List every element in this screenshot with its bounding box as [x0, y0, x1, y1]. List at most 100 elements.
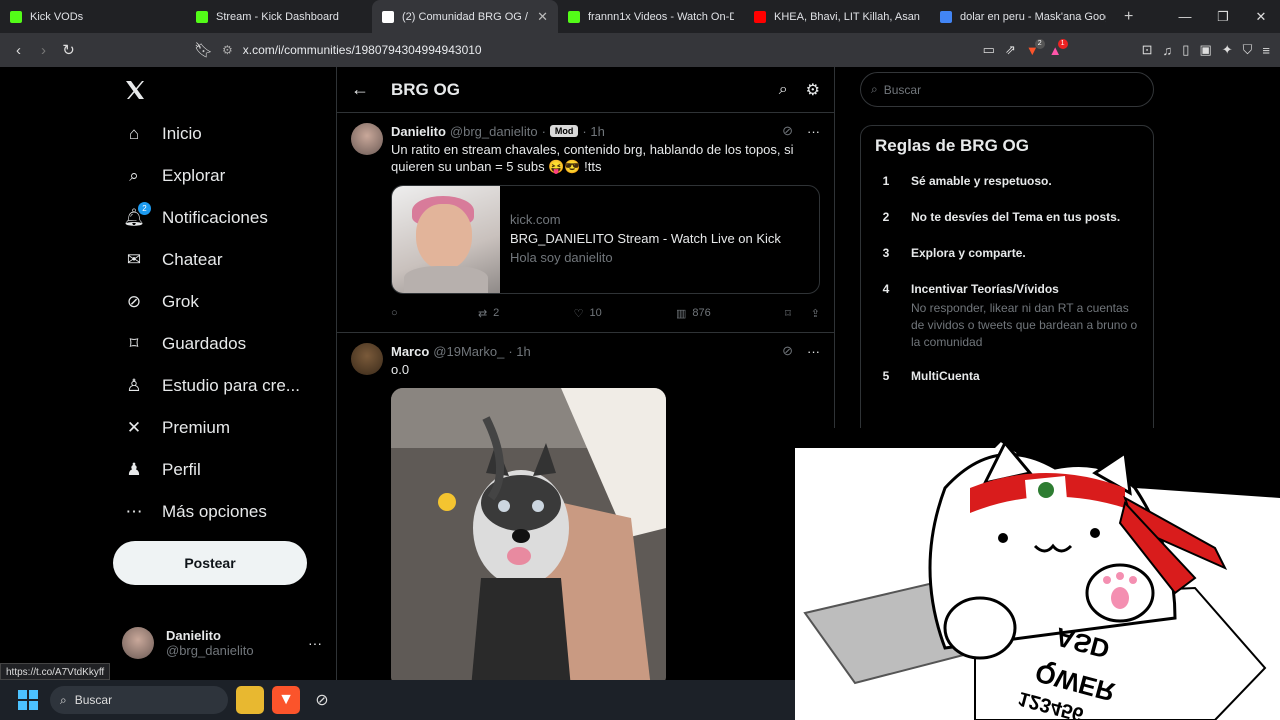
menu-icon[interactable]: ≡ — [1262, 43, 1270, 58]
brave-shield-icon[interactable]: ▼ 2 — [1026, 38, 1045, 58]
rule-description: No responder, likear ni dan RT a cuentas… — [911, 301, 1138, 349]
close-tab-icon[interactable]: ✕ — [537, 9, 548, 25]
post-image[interactable] — [391, 388, 666, 680]
nav-item-notificaciones[interactable]: 🔔︎ 2 Notificaciones — [112, 197, 332, 239]
restore-button[interactable]: ❐ — [1204, 0, 1242, 33]
file-explorer-icon[interactable] — [236, 686, 264, 714]
community-title: BRG OG — [391, 79, 460, 99]
tab[interactable]: dolar en peru - Mask'ana Googl — [930, 0, 1116, 33]
settings-icon[interactable]: ⚙ — [806, 80, 820, 100]
windows-start-icon[interactable] — [14, 686, 42, 714]
post-handle[interactable]: @brg_danielito — [450, 124, 538, 139]
post-more-icon[interactable]: ··· — [807, 124, 820, 139]
brave-browser-icon[interactable]: ▼ — [272, 686, 300, 714]
music-icon[interactable]: ♫ — [1163, 43, 1173, 58]
cast-icon[interactable]: ▭ — [983, 42, 995, 58]
card-thumbnail — [392, 186, 500, 293]
wallet-icon[interactable]: ▣ — [1199, 42, 1211, 58]
address-bar[interactable]: ⚙ x.com/i/communities/198079430499494301… — [222, 37, 1012, 63]
tab[interactable]: frannn1x Videos - Watch On-De — [558, 0, 744, 33]
tab[interactable]: KHEA, Bhavi, LIT Killah, Asan — [744, 0, 930, 33]
post[interactable]: Marco @19Marko_ · 1h ⊘ ··· o.0 — [337, 333, 834, 680]
nav-item-estudio-para-cre-[interactable]: ♙ Estudio para cre... — [112, 365, 332, 407]
post-more-icon[interactable]: ··· — [807, 344, 820, 359]
app-icon[interactable]: ⊘ — [308, 686, 336, 714]
nav-item-guardados[interactable]: ⌑ Guardados — [112, 323, 332, 365]
grok-icon[interactable]: ⊘ — [782, 343, 793, 359]
reply-button[interactable]: ○ — [391, 307, 404, 319]
rule-number: 1 — [882, 174, 890, 188]
site-info-icon[interactable]: ⚙ — [222, 43, 233, 57]
like-button[interactable]: ♡ 10 — [574, 307, 602, 320]
nav-item-grok[interactable]: ⊘ Grok — [112, 281, 332, 323]
rule-number: 5 — [882, 369, 890, 383]
search-icon[interactable]: ⌕ — [779, 81, 788, 99]
leo-icon[interactable]: ✦ — [1222, 42, 1233, 58]
reload-icon[interactable]: ↻ — [56, 41, 81, 59]
rule-title: Sé amable y respetuoso. — [911, 174, 1052, 188]
post-avatar[interactable] — [351, 343, 383, 375]
vpn-icon[interactable]: ⛉ — [1243, 42, 1253, 58]
tab[interactable]: Kick VODs — [0, 0, 186, 33]
nav-item-explorar[interactable]: ⌕ Explorar — [112, 155, 332, 197]
post-time[interactable]: · 1h — [582, 124, 604, 139]
card-title: BRG_DANIELITO Stream - Watch Live on Kic… — [510, 231, 781, 246]
home-icon: ⌂ — [128, 124, 140, 143]
share-icon[interactable]: ⇪ — [811, 307, 820, 320]
bookmark-page-icon[interactable]: 🔖︎ — [191, 41, 216, 59]
nav-item-perfil[interactable]: ♟ Perfil — [112, 449, 332, 491]
grok-icon[interactable]: ⊘ — [782, 123, 793, 139]
search-input[interactable]: Buscar — [884, 83, 921, 97]
nav-label: Explorar — [162, 166, 226, 185]
account-switcher[interactable]: Danielito @brg_danielito ··· — [122, 623, 322, 663]
card-domain: kick.com — [510, 212, 561, 227]
rule-title: Incentivar Teorías/Vívidos — [911, 282, 1059, 296]
forward-icon[interactable]: › — [31, 42, 56, 59]
mod-badge: Mod — [549, 125, 579, 137]
close-window-button[interactable]: ✕ — [1242, 0, 1280, 33]
more-icon[interactable]: ··· — [308, 635, 322, 651]
taskbar-search[interactable]: ⌕ Buscar — [50, 686, 228, 714]
more-circle-icon: ⋯ — [125, 502, 143, 521]
post-text: Un ratito en stream chavales, contenido … — [391, 142, 794, 174]
tab[interactable]: Stream - Kick Dashboard — [186, 0, 372, 33]
toolbar-right: ▭ ⇗ ▼ 2 ▲ 1 ⊡ ♫ ▯ ▣ ✦ ⛉ ≡ — [983, 33, 1270, 67]
tab-label: Stream - Kick Dashboard — [216, 10, 339, 23]
brave-rewards-icon[interactable]: ▲ 1 — [1049, 38, 1068, 58]
post-author[interactable]: Danielito — [391, 124, 446, 139]
search-box[interactable]: ⌕ Buscar — [860, 72, 1154, 107]
screenshot-icon[interactable]: ⊡ — [1142, 42, 1153, 58]
post-avatar[interactable] — [351, 123, 383, 155]
post-button[interactable]: Postear — [113, 541, 307, 585]
rule-item: 1 Sé amable y respetuoso. — [875, 170, 1139, 192]
share-icon[interactable]: ⇗ — [1005, 42, 1016, 58]
status-bar-url: https://t.co/A7VtdKkyff — [0, 663, 111, 680]
sidebar-icon[interactable]: ▯ — [1182, 42, 1189, 58]
views-button[interactable]: ▥ 876 — [676, 307, 711, 320]
x-logo-icon[interactable] — [112, 67, 332, 113]
tab-label: KHEA, Bhavi, LIT Killah, Asan — [774, 10, 920, 23]
back-icon[interactable]: ‹ — [6, 42, 31, 59]
post-handle[interactable]: @19Marko_ — [433, 344, 504, 359]
back-arrow-icon[interactable]: ← — [351, 79, 369, 100]
nav-item-chatear[interactable]: ✉ Chatear — [112, 239, 332, 281]
new-tab-button[interactable]: + — [1124, 8, 1133, 26]
nav-item-inicio[interactable]: ⌂ Inicio — [112, 113, 332, 155]
post-text: o.0 — [391, 362, 410, 377]
tab-label: (2) Comunidad BRG OG / X — [402, 10, 532, 23]
rule-item: 5 MultiCuenta — [875, 365, 1139, 387]
bookmark-icon[interactable]: ⌑ — [785, 307, 791, 320]
views-icon: ▥ — [676, 307, 687, 320]
tab-bar: Kick VODs Stream - Kick Dashboard (2) Comu… — [0, 0, 1280, 33]
repost-button[interactable]: ⇄ 2 — [478, 307, 499, 320]
post[interactable]: Danielito @brg_danielito · Mod · 1h ⊘ ··… — [337, 113, 834, 333]
minimize-button[interactable]: — — [1166, 0, 1204, 33]
link-card[interactable]: kick.com BRG_DANIELITO Stream - Watch Li… — [391, 185, 820, 294]
nav-item-premium[interactable]: ✕ Premium — [112, 407, 332, 449]
window-controls: — ❐ ✕ — [1166, 0, 1280, 33]
x-icon — [382, 10, 394, 23]
nav-item-m-s-opciones[interactable]: ⋯ Más opciones — [112, 491, 332, 533]
post-time[interactable]: · 1h — [508, 344, 530, 359]
tab[interactable]: (2) Comunidad BRG OG / X ✕ — [372, 0, 558, 33]
post-author[interactable]: Marco — [391, 344, 429, 359]
